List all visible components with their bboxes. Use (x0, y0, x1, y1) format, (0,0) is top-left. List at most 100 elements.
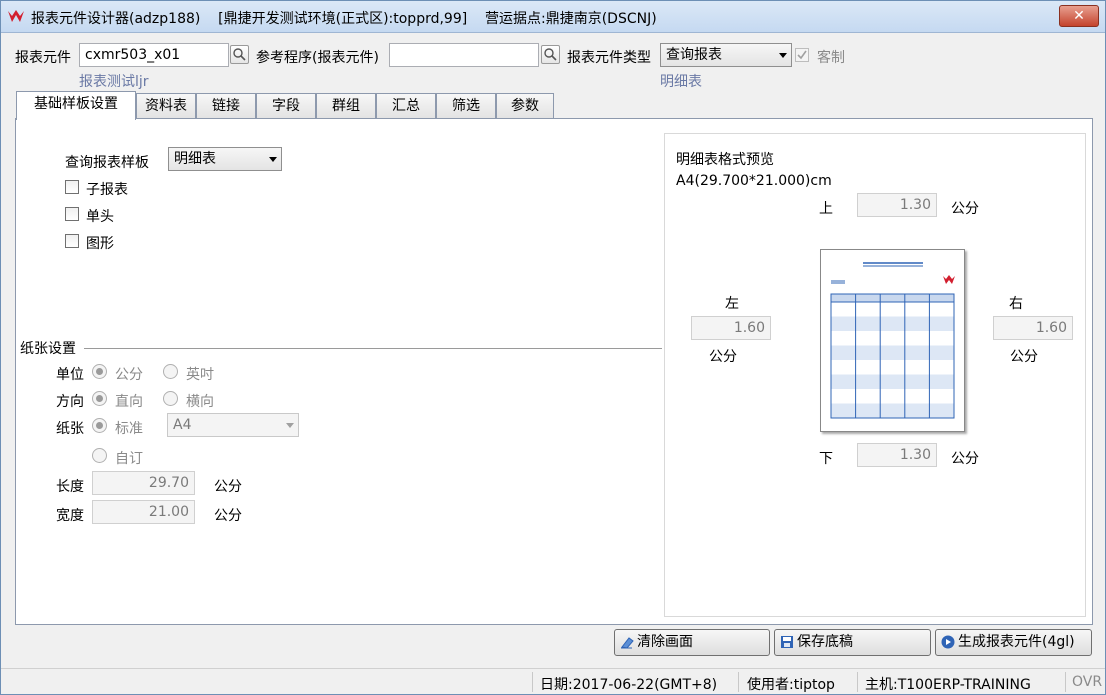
orientation-label: 方向 (56, 394, 84, 410)
ref-program-input[interactable] (389, 43, 539, 67)
unit-inch-radio[interactable] (163, 364, 178, 379)
table-row-band (831, 403, 954, 418)
right-margin-input[interactable]: 1.60 (993, 316, 1073, 340)
portrait-label: 直向 (115, 394, 143, 410)
left-margin-input[interactable]: 1.60 (691, 316, 771, 340)
paper-label: 纸张 (56, 421, 84, 437)
paper-thumbnail (820, 249, 965, 432)
template-label: 查询报表样板 (65, 155, 149, 171)
template-select[interactable]: 明细表 (168, 147, 282, 171)
right-margin-unit: 公分 (1010, 349, 1038, 365)
single-head-label: 单头 (86, 209, 114, 225)
ref-program-lookup-button[interactable] (541, 45, 560, 64)
save-draft-button[interactable]: 保存底稿 (774, 629, 931, 656)
width-unit: 公分 (214, 508, 242, 524)
left-margin-label: 左 (725, 296, 739, 312)
eraser-icon (621, 637, 634, 649)
report-element-description: 报表测试ljr (79, 74, 149, 90)
unit-inch-label: 英吋 (186, 367, 214, 383)
custom-size-radio[interactable] (92, 448, 107, 463)
table-row-band (831, 345, 954, 360)
unit-cm-radio[interactable] (92, 364, 107, 379)
title-bar: 报表元件设计器(adzp188) [鼎捷开发测试环境(正式区):topprd,9… (1, 1, 1105, 33)
chevron-down-icon (286, 423, 294, 428)
tab-parameters[interactable]: 参数 (496, 93, 554, 119)
custom-size-label: 自订 (115, 451, 143, 467)
search-icon (233, 48, 246, 61)
play-icon (941, 635, 955, 649)
chevron-down-icon (269, 157, 277, 162)
right-margin-label: 右 (1009, 296, 1023, 312)
clear-screen-label: 清除画面 (637, 634, 693, 650)
bottom-margin-input[interactable]: 1.30 (857, 443, 937, 467)
left-margin-unit: 公分 (709, 349, 737, 365)
table-header-band (830, 293, 955, 303)
tab-filter[interactable]: 筛选 (436, 93, 496, 119)
width-label: 宽度 (56, 508, 84, 524)
landscape-radio[interactable] (163, 391, 178, 406)
paper-size-value: A4 (173, 417, 192, 433)
length-unit: 公分 (214, 479, 242, 495)
graph-label: 图形 (86, 236, 114, 252)
logo-icon (943, 275, 955, 284)
unit-label: 单位 (56, 367, 84, 383)
status-host: 主机:T100ERP-TRAINING (865, 677, 1031, 693)
width-input[interactable]: 21.00 (92, 500, 195, 524)
table-row-band (831, 374, 954, 389)
generate-element-button[interactable]: 生成报表元件(4gl) (935, 629, 1092, 656)
bottom-margin-label: 下 (819, 451, 833, 467)
tab-fields[interactable]: 字段 (256, 93, 316, 119)
paper-layout-graphic (830, 262, 955, 419)
single-head-checkbox[interactable] (65, 207, 79, 221)
status-divider (532, 672, 533, 692)
save-icon (781, 636, 793, 648)
format-preview: 明细表格式预览 A4(29.700*21.000)cm 上 1.30 公分 左 … (664, 133, 1086, 617)
subreport-label: 子报表 (86, 182, 128, 198)
search-icon (544, 48, 557, 61)
close-button[interactable]: ✕ (1059, 5, 1099, 27)
custom-checkbox[interactable] (795, 48, 809, 62)
preview-title: 明细表格式预览 (676, 152, 774, 168)
custom-label: 客制 (817, 50, 845, 66)
window-title: 报表元件设计器(adzp188) [鼎捷开发测试环境(正式区):topprd,9… (31, 11, 657, 27)
tab-links[interactable]: 链接 (196, 93, 256, 119)
status-date: 日期:2017-06-22(GMT+8) (540, 677, 718, 693)
paper-section-title: 纸张设置 (20, 341, 76, 357)
preview-paper-size: A4(29.700*21.000)cm (676, 173, 832, 189)
status-divider (857, 672, 858, 692)
check-icon (797, 50, 807, 60)
unit-cm-label: 公分 (115, 367, 143, 383)
bottom-margin-unit: 公分 (951, 451, 979, 467)
tab-data-tables[interactable]: 资料表 (136, 93, 196, 119)
status-divider (738, 672, 739, 692)
report-element-label: 报表元件 (15, 50, 71, 66)
top-margin-input[interactable]: 1.30 (857, 193, 937, 217)
report-element-lookup-button[interactable] (230, 45, 249, 64)
template-value: 明细表 (174, 151, 216, 167)
status-divider (1065, 672, 1066, 692)
generate-element-label: 生成报表元件(4gl) (958, 634, 1075, 650)
report-element-input[interactable]: cxmr503_x01 (79, 43, 229, 67)
tab-basic-template[interactable]: 基础样板设置 (16, 91, 136, 120)
basic-template-panel: 查询报表样板 明细表 子报表 单头 图形 纸张设置 单位 公分 英吋 方向 直向… (15, 118, 1093, 625)
element-type-description: 明细表 (660, 74, 702, 90)
element-type-select[interactable]: 查询报表 (660, 43, 792, 67)
length-label: 长度 (56, 479, 84, 495)
app-logo-icon (8, 10, 24, 22)
tab-groups[interactable]: 群组 (316, 93, 376, 119)
portrait-radio[interactable] (92, 391, 107, 406)
subreport-checkbox[interactable] (65, 180, 79, 194)
clear-screen-button[interactable]: 清除画面 (614, 629, 770, 656)
element-type-value: 查询报表 (666, 47, 722, 63)
standard-radio[interactable] (92, 418, 107, 433)
status-bar: 日期:2017-06-22(GMT+8) 使用者:tiptop 主机:T100E… (1, 668, 1105, 694)
length-input[interactable]: 29.70 (92, 471, 195, 495)
tab-summary[interactable]: 汇总 (376, 93, 436, 119)
paper-size-select[interactable]: A4 (167, 413, 299, 437)
landscape-label: 横向 (186, 394, 214, 410)
status-user: 使用者:tiptop (747, 677, 835, 693)
ref-program-label: 参考程序(报表元件) (256, 50, 379, 66)
graph-checkbox[interactable] (65, 234, 79, 248)
section-divider (84, 348, 662, 349)
save-draft-label: 保存底稿 (797, 634, 853, 650)
